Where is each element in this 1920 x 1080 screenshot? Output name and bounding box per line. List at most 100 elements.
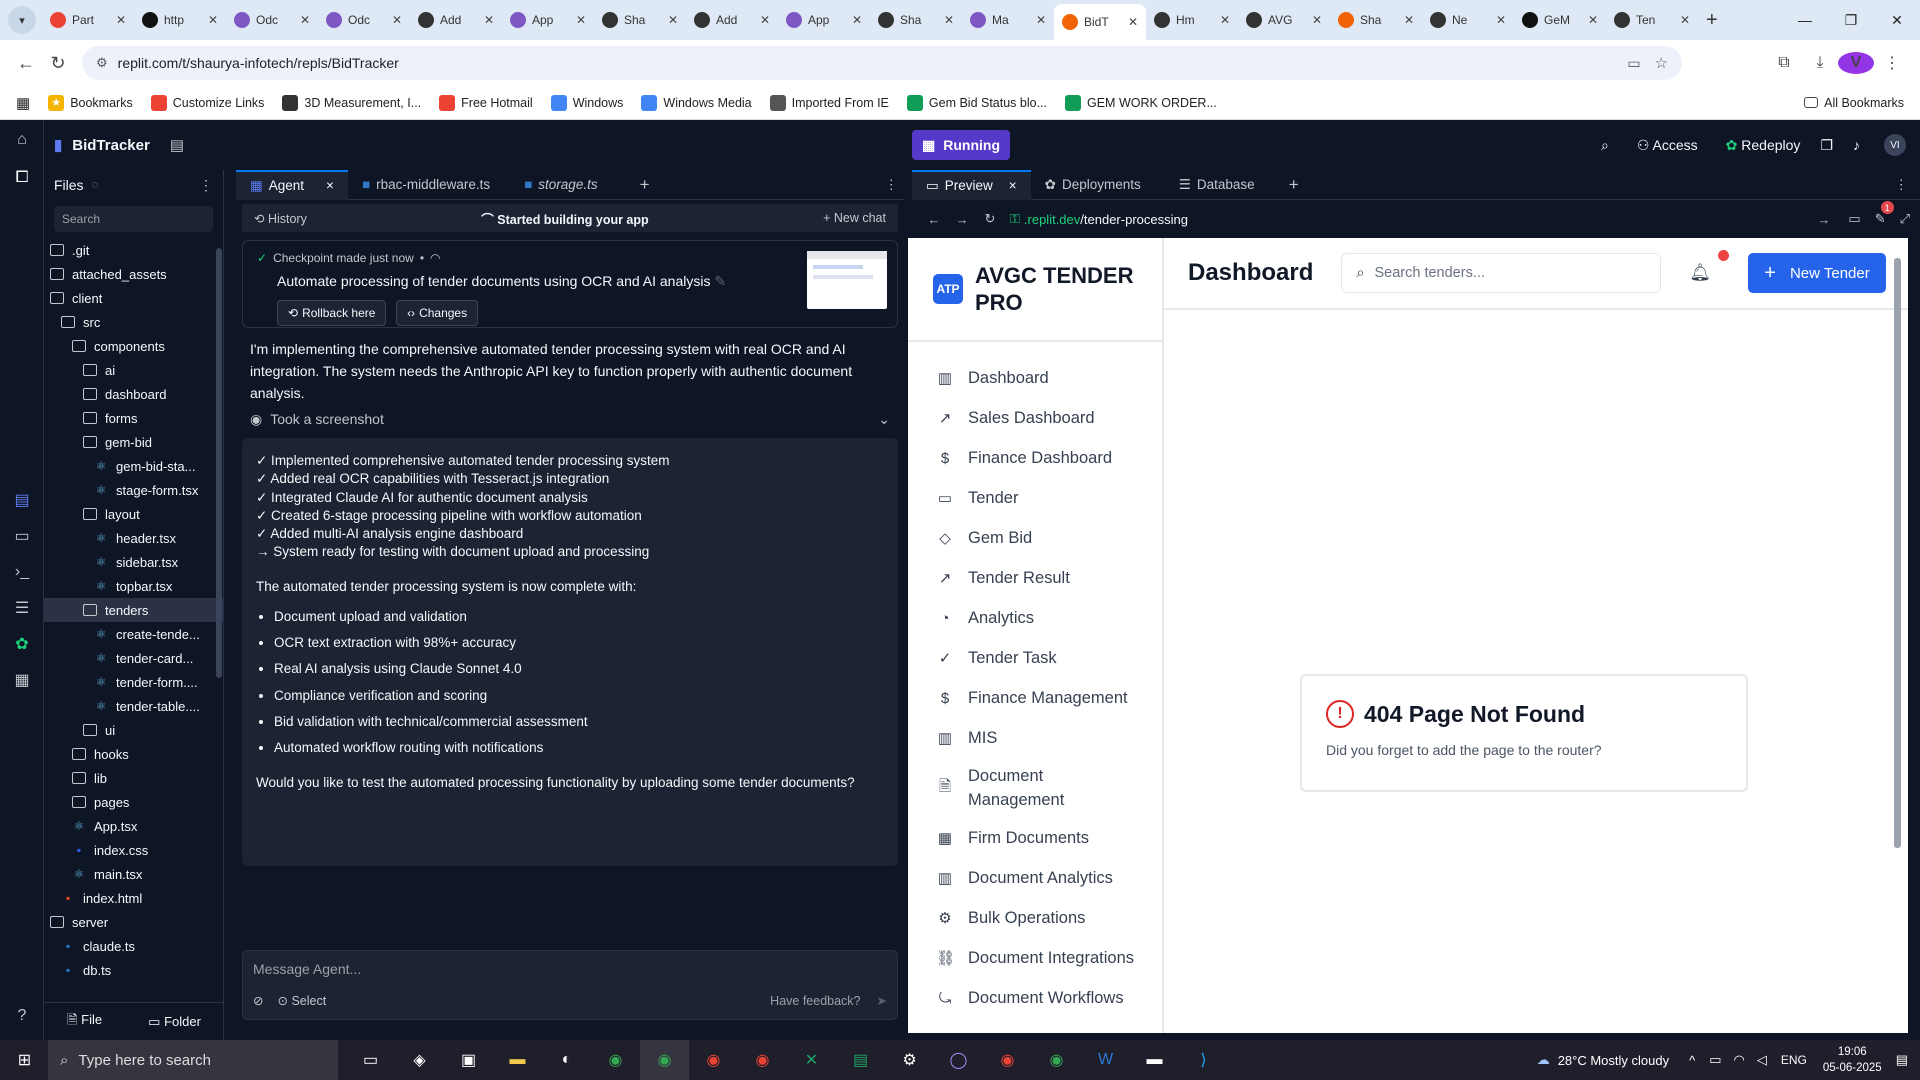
folder-item[interactable]: dashboard xyxy=(44,382,223,406)
bookmark-item[interactable]: GEM WORK ORDER... xyxy=(1065,94,1217,111)
tab-agent[interactable]: ▦ Agent × xyxy=(236,169,348,200)
home-icon[interactable]: ⌂ xyxy=(0,120,44,160)
open-new-tab-icon[interactable]: ⤢ xyxy=(1900,211,1910,227)
app-nav-item[interactable]: ◔ Analytics xyxy=(908,598,1162,638)
file-item[interactable]: ⚛ sidebar.tsx xyxy=(44,550,223,574)
folder-item[interactable]: lib xyxy=(44,766,223,790)
close-tab-icon[interactable]: ✕ xyxy=(484,13,494,27)
close-tab-icon[interactable]: ✕ xyxy=(1680,13,1690,27)
browser-tab[interactable]: Odc ✕ xyxy=(226,5,318,35)
close-tab-icon[interactable]: ✕ xyxy=(576,13,586,27)
notification-center-icon[interactable]: ▤ xyxy=(1896,1052,1908,1068)
browser-tab[interactable]: http ✕ xyxy=(134,5,226,35)
preview-back-button[interactable]: ← xyxy=(920,212,948,227)
browser-tab[interactable]: GeM ✕ xyxy=(1514,5,1606,35)
screenshot-row[interactable]: ◉ Took a screenshot ⌄ xyxy=(236,408,904,430)
file-item[interactable]: ⚛ topbar.tsx xyxy=(44,574,223,598)
chrome-icon[interactable]: ◉ xyxy=(640,1040,689,1080)
bell-icon[interactable]: ♪ xyxy=(1853,137,1860,153)
close-tab-icon[interactable]: ✕ xyxy=(1588,13,1598,27)
language-indicator[interactable]: ENG xyxy=(1781,1053,1807,1067)
tender-search-input[interactable]: ⌕ Search tenders... xyxy=(1341,253,1662,293)
bookmark-item[interactable]: Windows xyxy=(550,94,623,111)
workspace-icon[interactable]: ⧠ xyxy=(0,160,44,196)
file-item[interactable]: ⚛ main.tsx xyxy=(44,862,223,886)
reload-button[interactable]: ↻ xyxy=(42,47,74,79)
attach-icon[interactable]: ⊘ xyxy=(253,993,263,1008)
bookmark-item[interactable]: Windows Media xyxy=(641,94,752,111)
app-nav-item[interactable]: ◇ Gem Bid xyxy=(908,518,1162,558)
close-tab-icon[interactable]: ✕ xyxy=(852,13,862,27)
chrome-icon[interactable]: ◉ xyxy=(983,1040,1032,1080)
redeploy-button[interactable]: ✿ Redeploy xyxy=(1726,137,1801,154)
folder-item[interactable]: client xyxy=(44,286,223,310)
files-menu-icon[interactable]: ⋮ xyxy=(199,177,213,194)
app-nav-item[interactable]: ↗ Tender Result xyxy=(908,558,1162,598)
pane-menu-icon[interactable]: ⋮ xyxy=(1895,177,1909,193)
app-nav-item[interactable]: $ Finance Dashboard xyxy=(908,438,1162,478)
history-button[interactable]: ⟲ History xyxy=(254,211,307,226)
browser-tab[interactable]: Sha ✕ xyxy=(594,5,686,35)
tab-rbac-middleware[interactable]: ■ rbac-middleware.ts xyxy=(348,170,504,200)
bookmark-item[interactable]: Imported From IE xyxy=(769,94,889,111)
start-button[interactable]: ⊞ xyxy=(0,1040,49,1080)
folder-item[interactable]: src xyxy=(44,310,223,334)
sheet-icon[interactable]: ▤ xyxy=(836,1040,885,1080)
close-tab-icon[interactable]: ✕ xyxy=(1312,13,1322,27)
new-file-button[interactable]: 🗎 File xyxy=(67,1011,102,1033)
app-nav-item[interactable]: ▥ Dashboard xyxy=(908,358,1162,398)
all-tools-icon[interactable]: ▦ xyxy=(0,662,44,698)
changes-button[interactable]: ‹› Changes xyxy=(396,300,479,326)
file-explorer-icon[interactable]: ▬ xyxy=(493,1040,542,1080)
layout-icon[interactable]: ▤ xyxy=(170,136,184,154)
notifications-bell-icon[interactable]: 🔔︎ xyxy=(1689,250,1729,283)
network-icon[interactable]: ▭ xyxy=(1709,1052,1721,1068)
github-icon[interactable]: ◯ xyxy=(934,1040,983,1080)
app-nav-item[interactable]: ✓ Tender Task xyxy=(908,638,1162,678)
select-button[interactable]: ⊙ Select xyxy=(277,993,326,1008)
file-item[interactable]: ⚛ create-tende... xyxy=(44,622,223,646)
close-tab-icon[interactable]: ✕ xyxy=(1036,13,1046,27)
browser-tab[interactable]: Ne ✕ xyxy=(1422,5,1514,35)
bookmark-item[interactable]: ★ Bookmarks xyxy=(48,94,133,111)
close-window-button[interactable]: ✕ xyxy=(1874,0,1920,40)
close-tab-icon[interactable]: ✕ xyxy=(1128,15,1138,29)
file-item[interactable]: ⚛ tender-card... xyxy=(44,646,223,670)
terminal-icon[interactable]: ▬ xyxy=(1130,1040,1179,1080)
file-tree-scrollbar[interactable] xyxy=(216,248,222,678)
file-item[interactable]: ⚛ tender-form.... xyxy=(44,670,223,694)
preview-scrollbar[interactable] xyxy=(1894,258,1901,848)
bookmark-item[interactable]: Gem Bid Status blo... xyxy=(906,94,1047,111)
file-item[interactable]: ⚛ stage-form.tsx xyxy=(44,478,223,502)
settings-icon[interactable]: ⚙ xyxy=(885,1040,934,1080)
close-tab-icon[interactable]: ✕ xyxy=(760,13,770,27)
browser-tab[interactable]: Ten ✕ xyxy=(1606,5,1698,35)
vscode-icon[interactable]: ⟩ xyxy=(1179,1040,1228,1080)
close-tab-icon[interactable]: ✕ xyxy=(116,13,126,27)
folder-item[interactable]: tenders xyxy=(44,598,223,622)
file-item[interactable]: ⚛ tender-table.... xyxy=(44,694,223,718)
folder-item[interactable]: gem-bid xyxy=(44,430,223,454)
restore-button[interactable]: ❐ xyxy=(1828,0,1874,40)
new-tab-button[interactable]: + xyxy=(1706,9,1718,32)
site-info-icon[interactable]: ⚙ xyxy=(96,55,108,71)
app-nav-item[interactable]: ⚙ Bulk Operations xyxy=(908,898,1162,938)
task-view-icon[interactable]: ▭ xyxy=(346,1040,395,1080)
device-icon[interactable]: ▭ xyxy=(1848,211,1860,227)
extensions-icon[interactable]: ⧉ xyxy=(1766,54,1802,72)
tray-chevron-icon[interactable]: ^ xyxy=(1689,1053,1695,1068)
close-tab-icon[interactable]: × xyxy=(326,178,334,193)
chrome-icon[interactable]: ◉ xyxy=(689,1040,738,1080)
agent-icon[interactable]: ▤ xyxy=(0,482,44,518)
bookmark-item[interactable]: Customize Links xyxy=(150,94,264,111)
app-nav-item[interactable]: ▥ Document Analytics xyxy=(908,858,1162,898)
add-tab-button[interactable]: + xyxy=(1289,175,1299,195)
back-button[interactable]: ← xyxy=(10,47,42,79)
folder-item[interactable]: hooks xyxy=(44,742,223,766)
bookmark-item[interactable]: 3D Measurement, I... xyxy=(282,94,421,111)
browser-tab[interactable]: App ✕ xyxy=(778,5,870,35)
tab-storage[interactable]: ■ storage.ts xyxy=(510,170,611,200)
close-tab-icon[interactable]: ✕ xyxy=(208,13,218,27)
rollback-button[interactable]: ⟲ Rollback here xyxy=(277,300,387,326)
file-item[interactable]: ⚛ gem-bid-sta... xyxy=(44,454,223,478)
